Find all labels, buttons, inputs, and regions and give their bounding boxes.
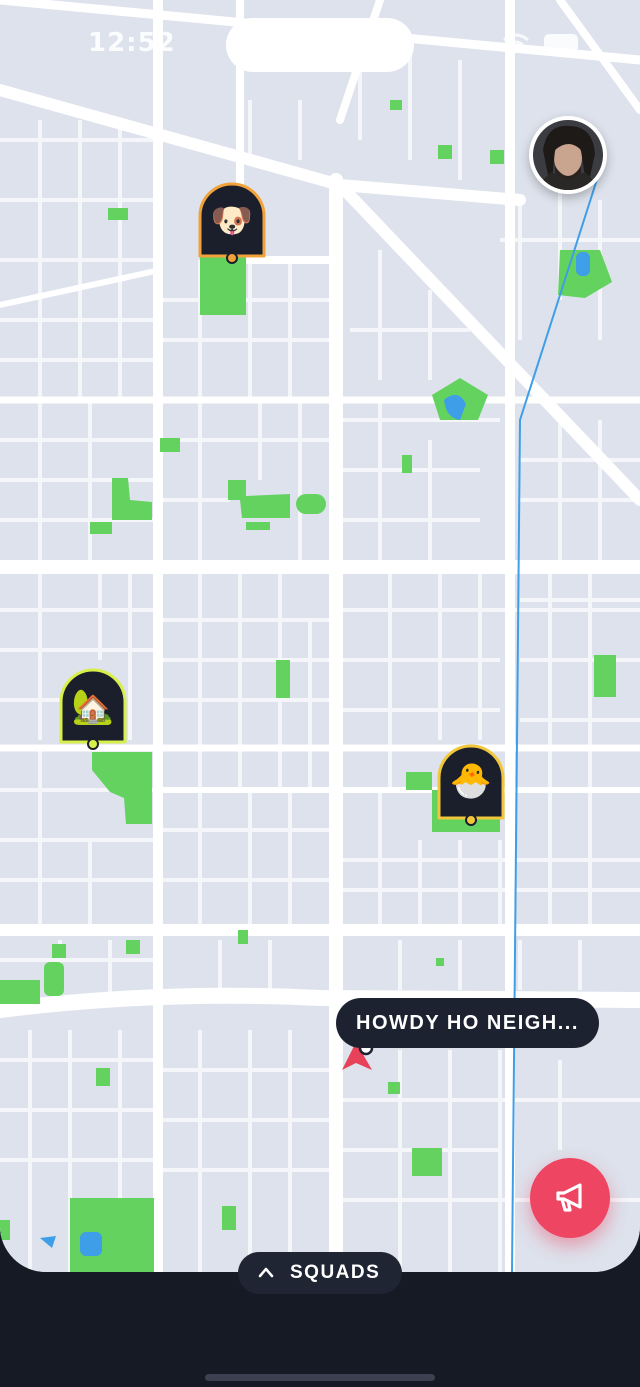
chick-emoji-icon: 🐣	[449, 761, 493, 801]
map-view[interactable]	[0, 0, 640, 1272]
profile-avatar-button[interactable]	[529, 116, 607, 194]
wifi-icon	[503, 33, 529, 47]
status-icons	[503, 33, 578, 53]
user-avatar-photo	[533, 120, 603, 190]
map-pin-chick[interactable]: 🐣	[435, 742, 507, 828]
map-screen: 12:52 🐶 🏡 🐣 HOWDY HO NEIGH...	[0, 0, 640, 1272]
megaphone-icon	[556, 1183, 582, 1212]
status-time: 12:52	[88, 28, 176, 58]
home-indicator	[205, 1374, 435, 1381]
message-bubble[interactable]: HOWDY HO NEIGH...	[336, 998, 599, 1048]
dog-emoji-icon: 🐶	[210, 201, 254, 241]
broadcast-button[interactable]	[530, 1158, 610, 1238]
battery-icon	[544, 34, 578, 52]
chevron-up-icon	[258, 1267, 274, 1278]
house-emoji-icon: 🏡	[71, 687, 115, 727]
squads-label: SQUADS	[290, 1262, 381, 1283]
squads-button[interactable]: SQUADS	[238, 1252, 402, 1294]
map-pin-house[interactable]: 🏡	[57, 666, 129, 752]
dynamic-island	[226, 18, 414, 72]
map-pin-dog[interactable]: 🐶	[196, 180, 268, 266]
